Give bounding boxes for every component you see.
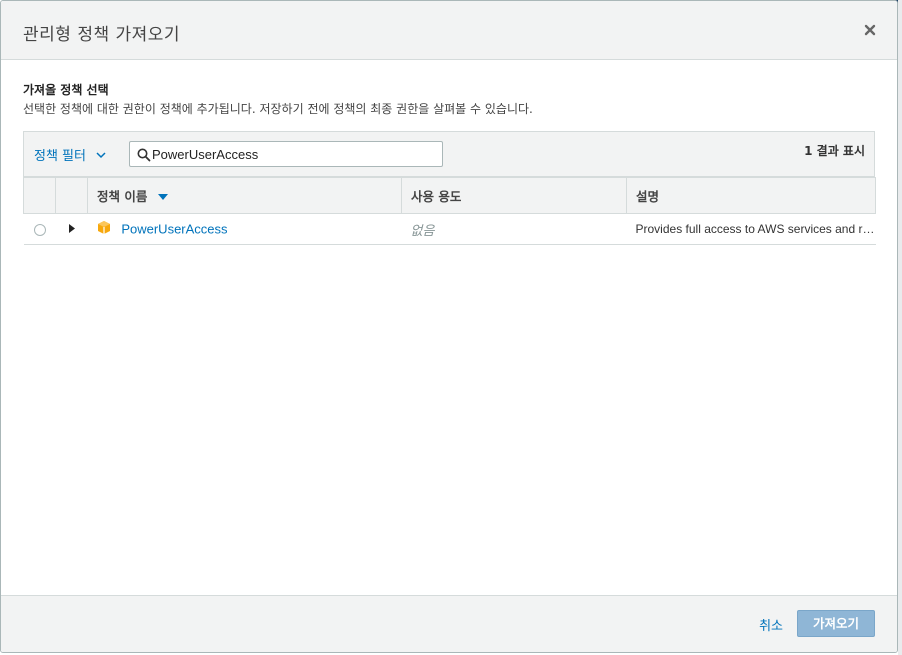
- row-select-radio[interactable]: [33, 223, 46, 236]
- policy-name-cell: PowerUserAccess: [87, 213, 402, 245]
- column-header-description[interactable]: 설명: [626, 177, 876, 214]
- description-cell: Provides full access to AWS services and…: [626, 213, 876, 245]
- chevron-down-icon: [96, 148, 106, 163]
- modal-header: 관리형 정책 가져오기: [1, 1, 897, 60]
- column-header-policy-name-label: 정책 이름: [97, 189, 148, 204]
- policy-filter-label: 정책 필터: [34, 149, 86, 164]
- select-cell: [23, 213, 56, 245]
- search-input[interactable]: [152, 144, 437, 164]
- usage-value: 없음: [410, 222, 435, 238]
- policy-table: 정책 이름 사용 용도 설명 PowerUserAccess 없음 Provid…: [23, 177, 876, 245]
- search-box: [129, 141, 443, 167]
- table-header-row: 정책 이름 사용 용도 설명: [23, 177, 876, 214]
- modal-footer: 취소 가져오기: [1, 595, 897, 652]
- close-icon[interactable]: [863, 23, 877, 37]
- select-column-header: [23, 177, 56, 214]
- modal-title: 관리형 정책 가져오기: [23, 25, 181, 45]
- sort-descending-icon[interactable]: [157, 188, 168, 203]
- policy-name-link[interactable]: PowerUserAccess: [121, 222, 227, 237]
- import-policy-modal: 관리형 정책 가져오기 가져올 정책 선택 선택한 정책에 대한 권한이 정책에…: [0, 0, 898, 653]
- column-header-usage[interactable]: 사용 용도: [401, 177, 627, 214]
- result-count: 1 결과 표시: [804, 144, 865, 158]
- background-edge: [898, 0, 902, 655]
- section-description: 선택한 정책에 대한 권한이 정책에 추가됩니다. 저장하기 전에 정책의 최종…: [23, 102, 533, 116]
- expand-cell: [55, 213, 88, 245]
- import-button[interactable]: 가져오기: [797, 610, 875, 637]
- section-title: 가져올 정책 선택: [23, 83, 109, 97]
- expand-column-header: [55, 177, 88, 214]
- policy-filter-dropdown[interactable]: 정책 필터: [34, 145, 106, 164]
- aws-managed-policy-icon: [97, 220, 111, 238]
- filter-bar: 정책 필터 1 결과 표시: [23, 131, 875, 177]
- search-icon: [137, 147, 151, 166]
- usage-cell: 없음: [401, 213, 627, 245]
- cancel-button[interactable]: 취소: [759, 615, 783, 634]
- column-header-policy-name[interactable]: 정책 이름: [87, 177, 402, 214]
- expand-caret-icon[interactable]: [68, 222, 75, 236]
- table-row: PowerUserAccess 없음 Provides full access …: [23, 213, 876, 245]
